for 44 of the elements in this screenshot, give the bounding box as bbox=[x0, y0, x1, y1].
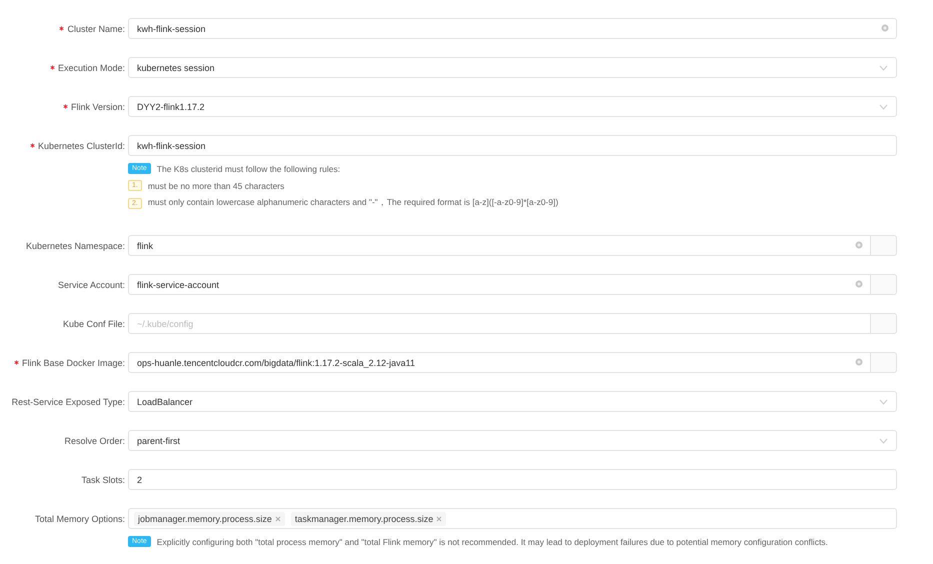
input-field[interactable]: kwh-flink-session bbox=[128, 135, 897, 156]
note-text: Explicitly configuring both "total process memory" and "total Flink memory" is not recommended. It may lead to deployment failures due to potential memory configuration conflicts. bbox=[156, 536, 828, 546]
field-label: Execution Mode: bbox=[58, 62, 125, 72]
field-label: Rest-Service Exposed Type: bbox=[12, 396, 125, 406]
clear-icon[interactable] bbox=[881, 24, 889, 32]
field-label: Resolve Order: bbox=[64, 436, 125, 446]
select-field[interactable]: parent-first bbox=[128, 430, 897, 451]
chevron-down-icon bbox=[879, 64, 888, 70]
tag-label: jobmanager.memory.process.size bbox=[138, 514, 272, 524]
field-addon[interactable] bbox=[871, 313, 897, 334]
field-label: Service Account: bbox=[58, 280, 125, 290]
chevron-down-icon bbox=[879, 104, 888, 110]
select-field[interactable]: LoadBalancer bbox=[128, 391, 897, 412]
clear-icon[interactable] bbox=[855, 241, 863, 249]
chevron-down-icon bbox=[879, 438, 888, 444]
field-label: Kube Conf File: bbox=[62, 318, 125, 328]
select-field[interactable]: DYY2-flink1.17.2 bbox=[128, 96, 897, 117]
rule-text: must be no more than 45 characters bbox=[148, 180, 284, 190]
note-text: The K8s clusterid must follow the following rules: bbox=[156, 164, 340, 174]
rule-text: must only contain lowercase alphanumeric characters and "-"，The required format is [a-z]([-a-z0-9]*[a-z0-9]) bbox=[148, 197, 558, 209]
field-label: Task Slots: bbox=[81, 474, 125, 484]
field-addon[interactable] bbox=[871, 274, 897, 295]
field-addon[interactable] bbox=[871, 235, 897, 256]
field-label: Flink Base Docker Image: bbox=[22, 358, 125, 368]
field-label: Kubernetes ClusterId: bbox=[38, 140, 125, 150]
input-field[interactable]: kwh-flink-session bbox=[128, 18, 897, 39]
input-field[interactable]: ~/.kube/config bbox=[128, 313, 871, 334]
input-field[interactable]: flink bbox=[128, 235, 871, 256]
field-addon[interactable] bbox=[871, 352, 897, 373]
remove-icon[interactable] bbox=[274, 516, 281, 522]
field-label: Cluster Name: bbox=[67, 24, 125, 34]
tag-label: taskmanager.memory.process.size bbox=[294, 514, 434, 524]
input-field[interactable]: 2 bbox=[128, 469, 897, 490]
input-field[interactable]: ops-huanle.tencentcloudcr.com/bigdata/flink:1.17.2-scala_2.12-java11 bbox=[128, 352, 871, 373]
field-label: Flink Version: bbox=[70, 102, 125, 112]
remove-icon[interactable] bbox=[436, 516, 442, 522]
clear-icon[interactable] bbox=[855, 280, 863, 288]
field-label: Total Memory Options: bbox=[34, 514, 125, 524]
input-field[interactable]: flink-service-account bbox=[128, 274, 871, 295]
tags-field[interactable]: jobmanager.memory.process.size taskmanager.memory.process.size bbox=[128, 508, 897, 529]
select-field[interactable]: kubernetes session bbox=[128, 57, 897, 78]
clear-icon[interactable] bbox=[855, 358, 863, 366]
chevron-down-icon bbox=[879, 398, 888, 404]
field-label: Kubernetes Namespace: bbox=[26, 240, 125, 250]
